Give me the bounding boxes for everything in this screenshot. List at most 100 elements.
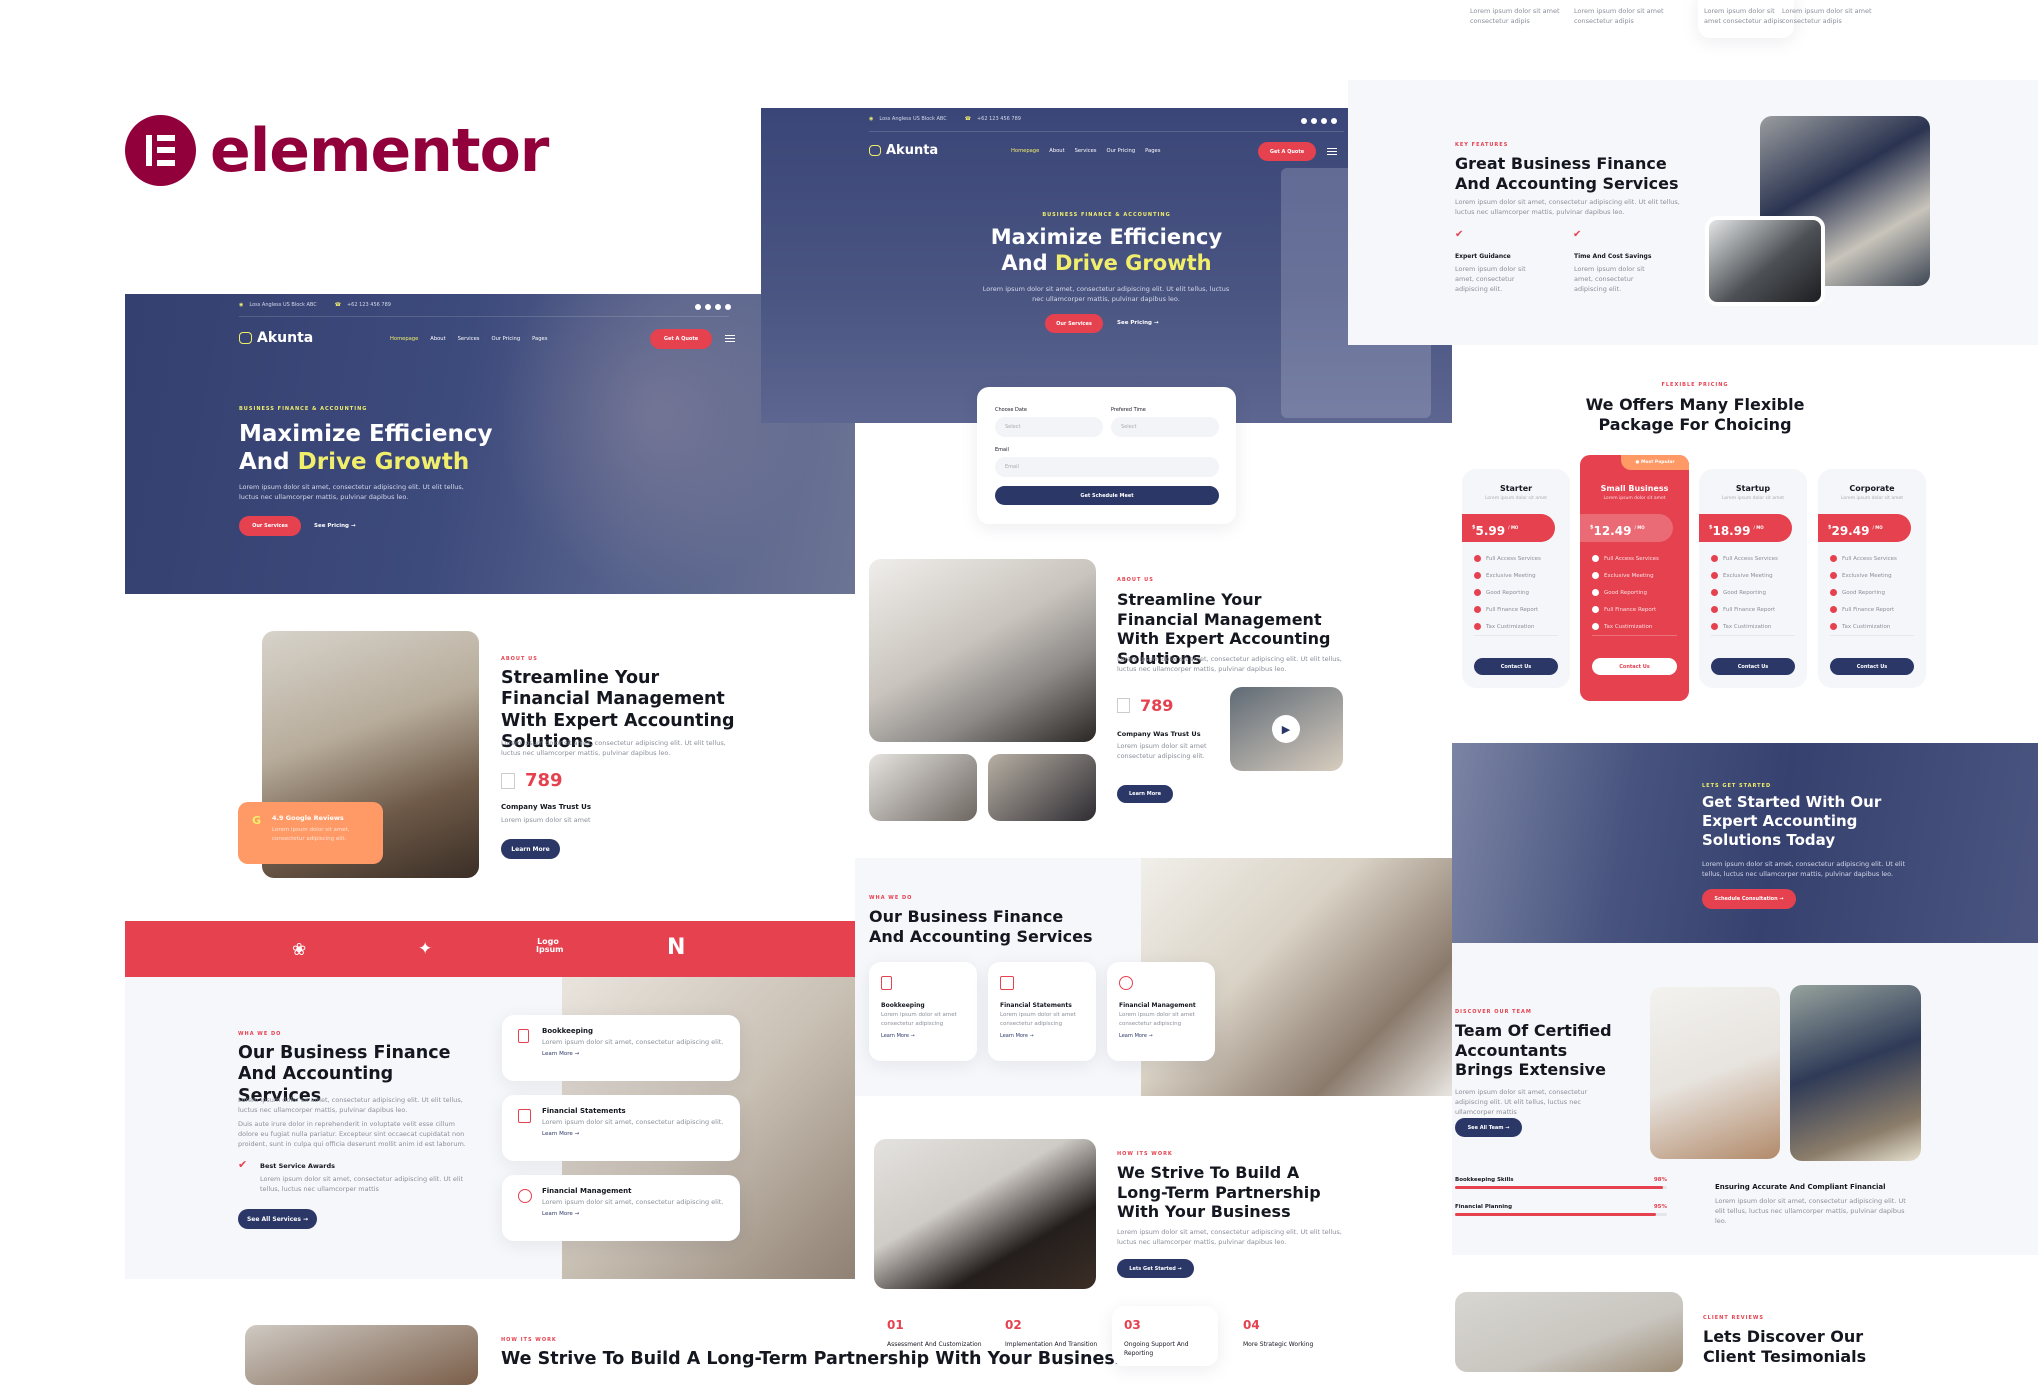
hero-lorem: Lorem ipsum dolor sit amet, consectetur … [982, 285, 1230, 303]
trust-title: Company Was Trust Us [501, 803, 591, 811]
skill-bar: Financial Planning 95% [1455, 1204, 1667, 1216]
get-quote-button[interactable]: Get A Quote [1258, 142, 1316, 161]
skill-label: Bookkeeping Skills [1455, 1177, 1514, 1183]
nav-pages[interactable]: Pages [1145, 148, 1160, 154]
see-all-team-button[interactable]: See All Team → [1455, 1118, 1522, 1137]
nav-pricing[interactable]: Our Pricing [492, 336, 521, 342]
nav-homepage[interactable]: Homepage [1011, 148, 1039, 154]
financial-statements-icon [1000, 976, 1014, 990]
see-pricing-link[interactable]: See Pricing → [314, 523, 356, 529]
plan-feature: Exclusive Meeting [1592, 572, 1659, 579]
plan-name: Startup [1735, 484, 1771, 493]
service-card[interactable]: Bookkeeping Lorem ipsum dolor sit amet, … [502, 1015, 740, 1081]
twitter-icon[interactable] [705, 304, 711, 310]
hero-title: Maximize Efficiency And Drive Growth [239, 421, 493, 475]
how-title: We Strive To Build A Long-Term Partnersh… [1117, 1163, 1321, 1222]
youtube-icon[interactable] [715, 304, 721, 310]
time-select[interactable]: Select [1111, 417, 1219, 437]
facebook-icon[interactable] [695, 304, 701, 310]
contact-us-button[interactable]: Contact Us [1711, 658, 1795, 675]
menu-icon[interactable] [725, 335, 735, 342]
check-icon: ✔ [1573, 229, 1582, 240]
plan-name: Small Business [1600, 484, 1669, 493]
get-schedule-meet-button[interactable]: Get Schedule Meet [995, 486, 1219, 505]
contact-us-button[interactable]: Contact Us [1474, 658, 1558, 675]
our-services-button[interactable]: Our Services [1045, 314, 1103, 333]
learn-more-link[interactable]: Learn More → [881, 1033, 965, 1039]
our-services-button[interactable]: Our Services [239, 516, 301, 536]
skill-bar: Bookkeeping Skills 98% [1455, 1177, 1667, 1189]
contact-us-button[interactable]: Contact Us [1830, 658, 1914, 675]
price-tag: $12.49/ MO [1580, 514, 1673, 542]
building-icon [501, 772, 515, 789]
pricing-card: Starter Lorem ipsum dolor sit amet $5.99/ … [1462, 469, 1570, 688]
award-title: Best Service Awards [260, 1162, 336, 1170]
play-icon[interactable]: ▶ [1272, 715, 1300, 743]
nav-pages[interactable]: Pages [532, 336, 547, 342]
address-text: Loss Angless US Block ABC [249, 302, 317, 308]
cta-eyebrow: Lets Get Started [1702, 783, 1772, 789]
award-lorem: Lorem ipsum dolor sit amet, consectetur … [260, 1175, 464, 1193]
learn-more-link[interactable]: Learn More → [1119, 1033, 1203, 1039]
youtube-icon[interactable] [1321, 118, 1327, 124]
learn-more-link[interactable]: Learn More → [1000, 1033, 1084, 1039]
get-quote-button[interactable]: Get A Quote [650, 329, 712, 349]
service-card[interactable]: Financial Statements Lorem ipsum dolor s… [988, 962, 1096, 1061]
how-eyebrow: How Its Work [1117, 1151, 1173, 1157]
testimonial-photo [1455, 1292, 1683, 1372]
site-logo[interactable]: Akunta [239, 330, 313, 346]
price-value: 18.99 [1712, 524, 1751, 538]
step-lorem: Lorem ipsum dolor sit amet consectetur a… [1574, 7, 1664, 25]
plan-feature: Good Reporting [1830, 589, 1897, 596]
date-select[interactable]: Select [995, 417, 1103, 437]
see-all-services-button[interactable]: See All Services → [238, 1209, 317, 1229]
learn-more-link[interactable]: Learn More → [542, 1211, 740, 1217]
how-photo [874, 1139, 1096, 1289]
nav-about[interactable]: About [430, 336, 445, 342]
nav-pricing[interactable]: Our Pricing [1107, 148, 1136, 154]
partner-logo-compass-icon: ✦ [418, 939, 433, 959]
financial-management-icon [1119, 976, 1133, 990]
service-card[interactable]: Financial Statements Lorem ipsum dolor s… [502, 1095, 740, 1161]
plan-feature: Full Finance Report [1592, 606, 1659, 613]
menu-icon[interactable] [1327, 148, 1337, 155]
learn-more-link[interactable]: Learn More → [542, 1051, 740, 1057]
plan-feature: Full Access Services [1474, 555, 1541, 562]
learn-more-button[interactable]: Learn More [1117, 785, 1173, 803]
features-eyebrow: Key Features [1455, 142, 1509, 148]
schedule-consultation-button[interactable]: Schedule Consultation → [1702, 889, 1796, 909]
see-pricing-link[interactable]: See Pricing → [1117, 320, 1159, 326]
elementor-e-icon [125, 115, 196, 186]
feature-title: Expert Guidance [1455, 253, 1511, 260]
nav-services[interactable]: Services [1075, 148, 1097, 154]
how-eyebrow-left: How Its Work [501, 1337, 557, 1343]
trust-title: Company Was Trust Us [1117, 730, 1201, 738]
lets-get-started-button[interactable]: Lets Get Started → [1117, 1259, 1194, 1278]
cta-title: Get Started With Our Expert Accounting S… [1702, 793, 1882, 849]
facebook-icon[interactable] [1301, 118, 1307, 124]
plan-feature: Tax Custimization [1711, 623, 1778, 630]
price-tag: $29.49/ MO [1818, 514, 1911, 542]
service-card[interactable]: Bookkeeping Lorem ipsum dolor sit amet c… [869, 962, 977, 1061]
price-tag: $18.99/ MO [1699, 514, 1792, 542]
service-card[interactable]: Financial Management Lorem ipsum dolor s… [1107, 962, 1215, 1061]
plan-feature: Exclusive Meeting [1474, 572, 1541, 579]
contact-us-button[interactable]: Contact Us [1592, 658, 1677, 675]
email-input[interactable]: Email [995, 457, 1219, 477]
nav-about[interactable]: About [1049, 148, 1064, 154]
features-lorem: Lorem ipsum dolor sit amet, consectetur … [1455, 198, 1680, 216]
video-thumbnail[interactable]: ▶ [1230, 687, 1343, 771]
service-card[interactable]: Financial Management Lorem ipsum dolor s… [502, 1175, 740, 1241]
nav-homepage[interactable]: Homepage [390, 336, 418, 342]
nav-services[interactable]: Services [458, 336, 480, 342]
learn-more-button[interactable]: Learn More [501, 839, 560, 859]
feature-lorem: Lorem ipsum dolor sit amet, consectetur … [1455, 265, 1526, 293]
pinterest-icon[interactable] [725, 304, 731, 310]
pinterest-icon[interactable] [1331, 118, 1337, 124]
learn-more-link[interactable]: Learn More → [542, 1131, 740, 1137]
elementor-wordmark: elementor [210, 115, 549, 186]
site-logo[interactable]: Akunta [869, 143, 938, 158]
price-value: 29.49 [1831, 524, 1870, 538]
about-lorem: Lorem ipsum dolor sit amet, consectetur … [1117, 655, 1342, 673]
twitter-icon[interactable] [1311, 118, 1317, 124]
